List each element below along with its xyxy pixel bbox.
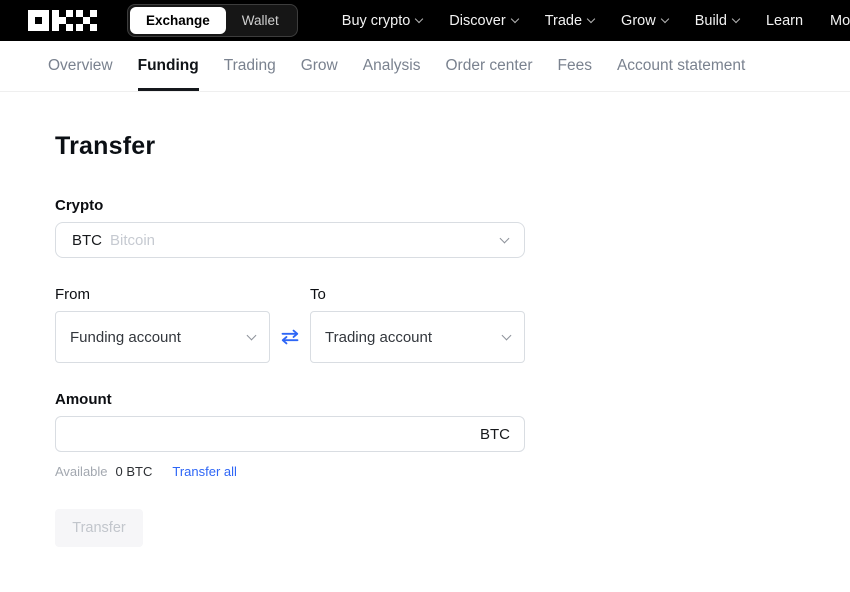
available-row: Available 0 BTC Transfer all <box>55 464 580 479</box>
transfer-submit-button[interactable]: Transfer <box>55 509 143 547</box>
top-navbar: Exchange Wallet Buy crypto Discover Trad… <box>0 0 850 41</box>
crypto-name: Bitcoin <box>110 231 156 249</box>
from-to-row: From Funding account To Trading account <box>55 286 580 363</box>
nav-item-label: Discover <box>449 12 506 29</box>
to-column: To Trading account <box>310 286 525 363</box>
tab-fees[interactable]: Fees <box>558 41 592 91</box>
nav-item-label: Grow <box>621 12 656 29</box>
transfer-all-link[interactable]: Transfer all <box>172 464 237 479</box>
toggle-wallet[interactable]: Wallet <box>226 7 295 34</box>
tab-account-statement[interactable]: Account statement <box>617 41 745 91</box>
nav-item-buy-crypto[interactable]: Buy crypto <box>341 12 424 29</box>
account-subnav: Overview Funding Trading Grow Analysis O… <box>0 41 850 92</box>
page-title: Transfer <box>55 132 156 160</box>
chevron-down-icon <box>586 14 596 24</box>
crypto-symbol: BTC <box>72 231 102 249</box>
nav-item-learn[interactable]: Learn <box>766 13 803 29</box>
tab-funding[interactable]: Funding <box>137 41 199 91</box>
chevron-down-icon <box>246 330 257 340</box>
nav-item-label: Learn <box>765 12 804 29</box>
okx-logo-o-glyph <box>28 10 49 31</box>
nav-item-grow[interactable]: Grow <box>621 12 669 29</box>
from-account-select[interactable]: Funding account <box>55 311 270 363</box>
amount-label: Amount <box>55 391 112 408</box>
nav-item-label: Trade <box>544 12 583 29</box>
amount-input-box: BTC <box>55 416 525 452</box>
amount-field: Amount BTC Available 0 BTC Transfer all <box>55 391 580 479</box>
available-balance: 0 BTC <box>115 464 153 479</box>
chevron-down-icon <box>501 330 512 340</box>
chevron-down-icon <box>415 14 424 24</box>
swap-accounts-button[interactable] <box>270 311 310 363</box>
okx-logo-x-glyph <box>76 10 97 31</box>
nav-item-build[interactable]: Build <box>694 12 741 29</box>
to-label: To <box>310 286 326 303</box>
toggle-exchange[interactable]: Exchange <box>130 7 226 34</box>
crypto-select[interactable]: BTC Bitcoin <box>55 222 525 258</box>
navbar-menu: Buy crypto Discover Trade Grow Build Lea… <box>342 13 850 29</box>
tab-trading[interactable]: Trading <box>224 41 276 91</box>
crypto-field: Crypto BTC Bitcoin <box>55 197 580 258</box>
tab-overview[interactable]: Overview <box>48 41 113 91</box>
to-account-value: Trading account <box>325 328 433 346</box>
amount-input[interactable] <box>70 425 470 443</box>
transfer-page: Transfer Crypto BTC Bitcoin From Funding… <box>0 92 580 547</box>
chevron-down-icon <box>510 14 519 24</box>
from-account-value: Funding account <box>70 328 181 346</box>
available-label: Available <box>55 464 108 479</box>
nav-item-more[interactable]: More <box>830 13 850 29</box>
to-account-select[interactable]: Trading account <box>310 311 525 363</box>
from-column: From Funding account <box>55 286 270 363</box>
nav-item-trade[interactable]: Trade <box>544 12 596 29</box>
nav-item-label: More <box>830 12 850 29</box>
amount-unit: BTC <box>480 425 510 443</box>
tab-analysis[interactable]: Analysis <box>363 41 421 91</box>
from-label: From <box>55 286 90 303</box>
nav-item-discover[interactable]: Discover <box>449 12 519 29</box>
okx-logo[interactable] <box>28 10 97 31</box>
chevron-down-icon <box>499 233 510 243</box>
nav-item-label: Buy crypto <box>341 12 411 29</box>
nav-item-label: Build <box>694 12 727 29</box>
swap-arrows-icon <box>281 329 299 345</box>
chevron-down-icon <box>731 14 741 24</box>
okx-logo-k-glyph <box>52 10 73 31</box>
product-toggle: Exchange Wallet <box>127 4 298 37</box>
tab-order-center[interactable]: Order center <box>445 41 532 91</box>
tab-grow[interactable]: Grow <box>301 41 338 91</box>
crypto-label: Crypto <box>55 197 104 214</box>
chevron-down-icon <box>660 14 669 24</box>
